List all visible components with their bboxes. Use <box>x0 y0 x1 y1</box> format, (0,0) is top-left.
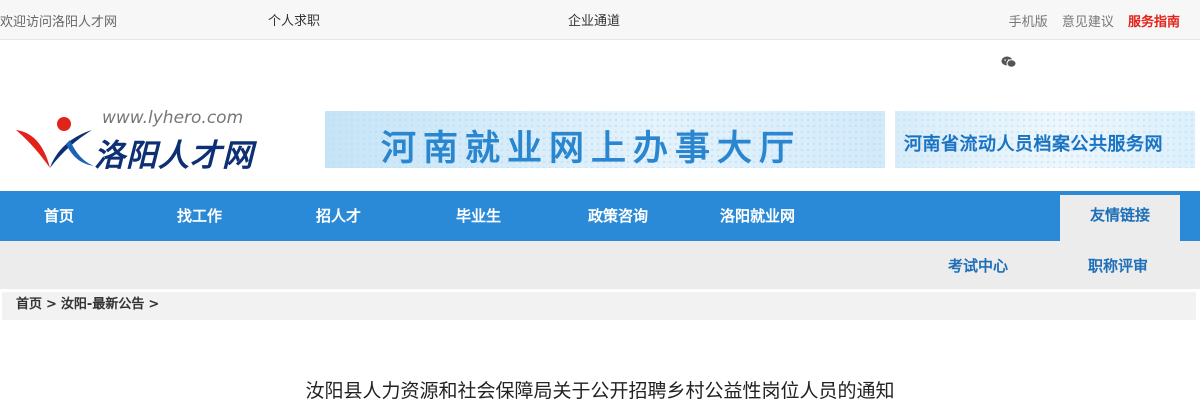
article-title: 汝阳县人力资源和社会保障局关于公开招聘乡村公益性岗位人员的通知 <box>305 380 895 400</box>
archives-service-banner[interactable]: 河南省流动人员档案公共服务网 <box>895 111 1195 168</box>
feedback-link[interactable]: 意见建议 <box>1062 15 1114 30</box>
nav-item-recruit[interactable]: 招人才 <box>316 205 361 226</box>
breadcrumb-home[interactable]: 首页 <box>16 297 42 312</box>
logo-name: 洛阳人才网 <box>94 138 254 174</box>
nav-item-find-job[interactable]: 找工作 <box>177 205 222 226</box>
archives-service-banner-text: 河南省流动人员档案公共服务网 <box>904 134 1163 155</box>
employment-hall-banner[interactable]: 河南就业网上办事大厅 <box>325 111 885 168</box>
nav-item-home[interactable]: 首页 <box>44 205 74 226</box>
nav-item-policy[interactable]: 政策咨询 <box>588 205 648 226</box>
main-nav: 首页 找工作 招人才 毕业生 政策咨询 洛阳就业网 友情链接 <box>0 191 1200 241</box>
wechat-icon[interactable] <box>1001 55 1017 69</box>
nav-item-graduates[interactable]: 毕业生 <box>456 205 501 226</box>
sub-nav: 考试中心 职称评审 <box>0 241 1200 289</box>
breadcrumb-separator: > <box>46 297 57 312</box>
logo-url: www.lyhero.com <box>102 108 244 128</box>
site-logo[interactable]: www.lyhero.com 洛阳人才网 <box>14 108 272 174</box>
breadcrumb-section[interactable]: 汝阳-最新公告 <box>61 297 144 312</box>
breadcrumb-separator: > <box>148 297 160 312</box>
welcome-text: 欢迎访问洛阳人才网 <box>0 15 118 30</box>
logo-figure-icon <box>16 117 94 168</box>
top-bar: 欢迎访问洛阳人才网 个人求职 企业通道 手机版 意见建议 服务指南 <box>0 0 1200 40</box>
nav-item-luoyang-employment[interactable]: 洛阳就业网 <box>720 205 795 226</box>
top-right-links: 手机版 意见建议 服务指南 <box>999 11 1180 30</box>
breadcrumb: 首页 > 汝阳-最新公告 > <box>2 292 1196 320</box>
nav-item-friend-links[interactable]: 友情链接 <box>1060 195 1180 241</box>
mobile-version-link[interactable]: 手机版 <box>1009 15 1048 30</box>
service-guide-link[interactable]: 服务指南 <box>1128 15 1180 30</box>
subnav-title-evaluation[interactable]: 职称评审 <box>1088 255 1148 276</box>
subnav-exam-center[interactable]: 考试中心 <box>948 255 1008 276</box>
employment-hall-banner-text: 河南就业网上办事大厅 <box>381 129 802 168</box>
personal-job-link[interactable]: 个人求职 <box>268 10 320 29</box>
enterprise-channel-link[interactable]: 企业通道 <box>568 10 620 29</box>
